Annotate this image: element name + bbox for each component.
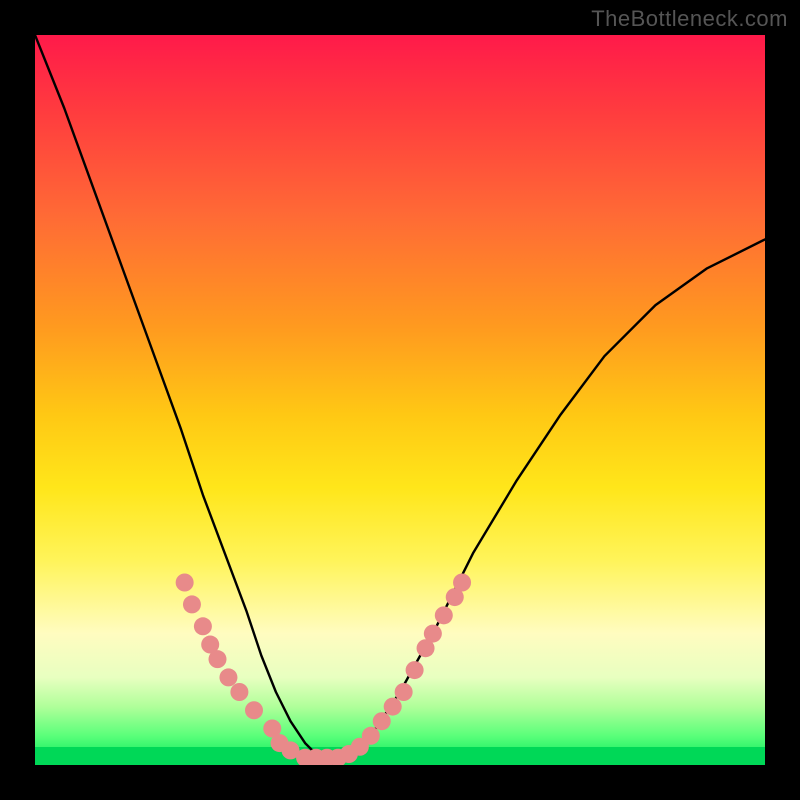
- highlight-dots: [176, 574, 471, 766]
- highlight-dot: [194, 617, 212, 635]
- highlight-dot: [424, 625, 442, 643]
- attribution-label: TheBottleneck.com: [591, 6, 788, 32]
- highlight-dot: [230, 683, 248, 701]
- bottleneck-curve: [35, 35, 765, 765]
- highlight-dot: [406, 661, 424, 679]
- highlight-dot: [183, 595, 201, 613]
- highlight-dot: [384, 698, 402, 716]
- highlight-dot: [395, 683, 413, 701]
- highlight-dot: [176, 574, 194, 592]
- plot-area: [35, 35, 765, 765]
- highlight-dot: [453, 574, 471, 592]
- chart-frame: TheBottleneck.com: [0, 0, 800, 800]
- highlight-dot: [209, 650, 227, 668]
- highlight-dot: [219, 668, 237, 686]
- curve-layer: [35, 35, 765, 765]
- highlight-dot: [435, 606, 453, 624]
- highlight-dot: [245, 701, 263, 719]
- highlight-dot: [373, 712, 391, 730]
- highlight-dot: [362, 727, 380, 745]
